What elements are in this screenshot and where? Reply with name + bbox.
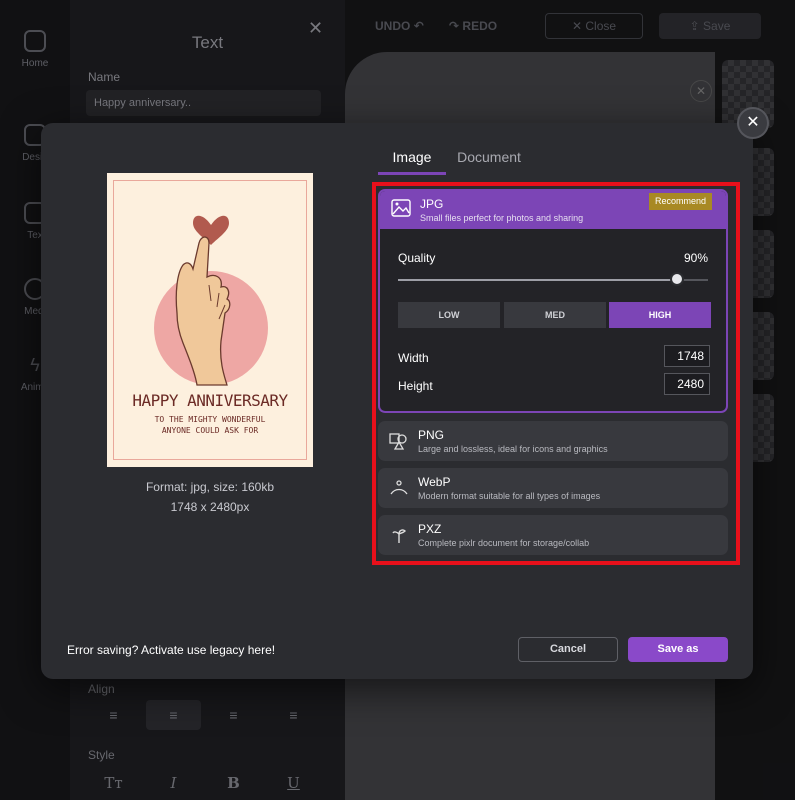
slider-handle[interactable]: [670, 272, 684, 286]
webp-icon: [388, 478, 410, 500]
quality-label: Quality: [398, 251, 436, 265]
format-name: PNG: [418, 428, 445, 442]
preview-caption: Format: jpg, size: 160kb 1748 x 2480px: [107, 477, 313, 517]
quality-slider[interactable]: [398, 272, 708, 286]
slider-fill: [398, 279, 677, 281]
format-info: Format: jpg, size: 160kb: [145, 480, 275, 494]
format-description: Small files perfect for photos and shari…: [420, 213, 584, 223]
format-name: JPG: [420, 197, 444, 211]
format-description: Complete pixlr document for storage/coll…: [418, 538, 590, 548]
format-name: WebP: [418, 475, 451, 489]
format-option-png[interactable]: PNG Large and lossless, ideal for icons …: [378, 421, 728, 461]
quality-value: 90%: [683, 251, 708, 265]
width-label: Width: [398, 351, 429, 365]
height-input[interactable]: [664, 373, 710, 395]
card-title: HAPPY ANNIVERSARY: [132, 391, 288, 410]
pixlr-icon: [388, 525, 410, 547]
format-description: Large and lossless, ideal for icons and …: [418, 444, 608, 454]
dimension-info: 1748 x 2480px: [170, 500, 250, 514]
export-dialog: HAPPY ANNIVERSARY TO THE MIGHTY WONDERFU…: [41, 123, 753, 679]
shapes-icon: [388, 431, 410, 453]
image-preview: HAPPY ANNIVERSARY TO THE MIGHTY WONDERFU…: [107, 173, 313, 467]
legacy-save-link[interactable]: Error saving? Activate use legacy here!: [67, 643, 275, 657]
format-description: Modern format suitable for all types of …: [418, 491, 601, 501]
quality-med-button[interactable]: MED: [504, 302, 606, 328]
width-input[interactable]: [664, 345, 710, 367]
card-line: ANYONE COULD ASK FOR: [161, 426, 259, 435]
format-option-jpg[interactable]: JPG Small files perfect for photos and s…: [378, 189, 728, 413]
tab-document[interactable]: Document: [456, 147, 522, 175]
tab-image[interactable]: Image: [378, 147, 446, 175]
save-as-button[interactable]: Save as: [628, 637, 728, 662]
height-label: Height: [398, 379, 433, 393]
quality-low-button[interactable]: LOW: [398, 302, 500, 328]
dialog-close-button[interactable]: ✕: [737, 107, 769, 139]
format-option-pxz[interactable]: PXZ Complete pixlr document for storage/…: [378, 515, 728, 555]
format-name: PXZ: [418, 522, 442, 536]
image-icon: [390, 199, 412, 221]
recommend-badge: Recommend: [648, 193, 712, 210]
card-line: TO THE MIGHTY WONDERFUL: [154, 415, 266, 424]
quality-high-button[interactable]: HIGH: [609, 302, 711, 328]
format-option-webp[interactable]: WebP Modern format suitable for all type…: [378, 468, 728, 508]
jpg-header[interactable]: JPG Small files perfect for photos and s…: [380, 191, 726, 229]
cancel-button[interactable]: Cancel: [518, 637, 618, 662]
